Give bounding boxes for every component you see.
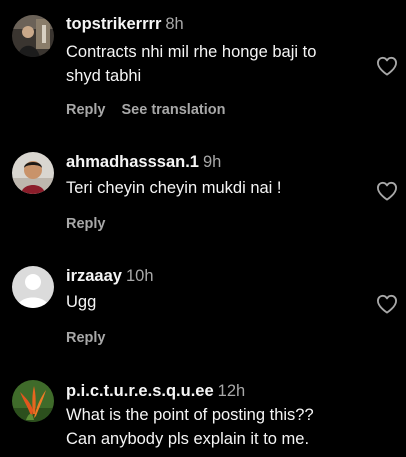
like-button[interactable] — [376, 181, 398, 201]
avatar[interactable] — [12, 380, 54, 422]
comment-text: Teri cheyin cheyin mukdi nai ! — [66, 176, 366, 200]
comment-text-line: Ugg — [66, 293, 97, 311]
reply-button[interactable]: Reply — [66, 216, 106, 232]
username[interactable]: irzaaay — [66, 267, 122, 285]
timestamp: 8h — [165, 15, 184, 33]
heart-outline-icon — [376, 294, 397, 314]
user-photo — [12, 152, 54, 194]
default-avatar-icon — [12, 266, 54, 308]
avatar[interactable] — [12, 152, 54, 194]
username[interactable]: ahmadhasssan.1 — [66, 153, 199, 171]
avatar[interactable] — [12, 15, 54, 57]
comment-header: p.i.c.t.u.r.e.s.q.u.ee 12h — [66, 381, 366, 402]
see-translation-button[interactable]: See translation — [122, 102, 226, 118]
username[interactable]: p.i.c.t.u.r.e.s.q.u.ee — [66, 382, 214, 400]
like-button[interactable] — [376, 294, 398, 314]
comment-header: ahmadhasssan.1 9h — [66, 152, 366, 173]
comment-actions: Reply — [66, 330, 106, 346]
comment-text-line: shyd tabhi — [66, 67, 142, 85]
reply-button[interactable]: Reply — [66, 330, 106, 346]
like-button[interactable] — [376, 56, 398, 76]
comment-text-line: What is the point of posting this?? — [66, 406, 314, 424]
timestamp: 12h — [217, 382, 246, 400]
comment-text: Ugg — [66, 290, 366, 314]
user-photo — [12, 380, 54, 422]
comment-text-line: Contracts nhi mil rhe honge baji to — [66, 43, 317, 61]
comment-header: topstrikerrrr 8h — [66, 14, 366, 35]
heart-outline-icon — [376, 56, 397, 76]
reply-button[interactable]: Reply — [66, 102, 106, 118]
username[interactable]: topstrikerrrr — [66, 15, 161, 33]
timestamp: 9h — [202, 153, 222, 171]
comment-header: irzaaay 10h — [66, 266, 366, 287]
user-photo — [12, 15, 54, 57]
timestamp: 10h — [125, 267, 154, 285]
comment-actions: Reply — [66, 216, 106, 232]
avatar[interactable] — [12, 266, 54, 308]
heart-outline-icon — [376, 181, 397, 201]
comment-text: Contracts nhi mil rhe honge baji to shyd… — [66, 40, 366, 88]
comment-text-line: Teri cheyin cheyin mukdi nai ! — [66, 179, 282, 197]
comment-text: What is the point of posting this?? Can … — [66, 403, 366, 451]
comment-text-line: Can anybody pls explain it to me. — [66, 430, 310, 448]
comment-actions: Reply See translation — [66, 102, 225, 118]
